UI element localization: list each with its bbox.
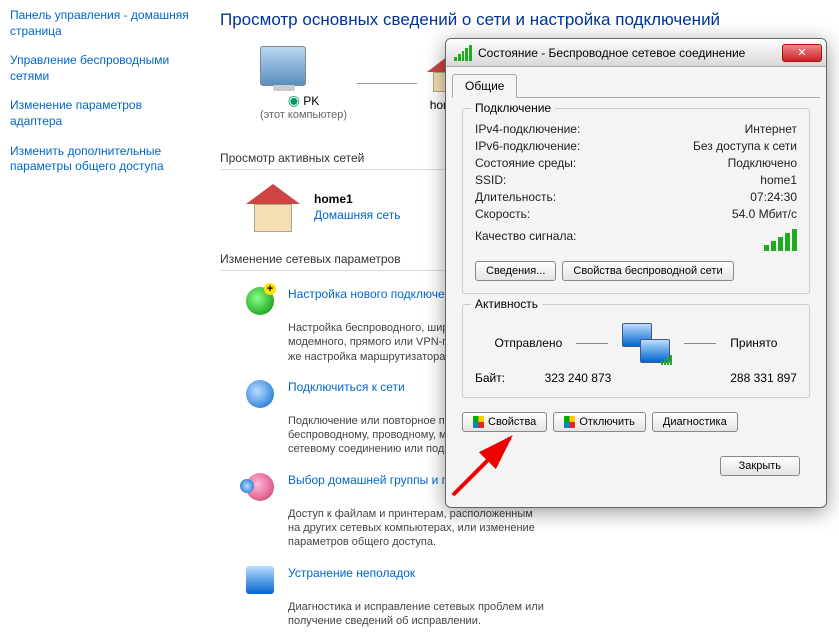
sidebar-link-sharing[interactable]: Изменить дополнительные параметры общего… [10, 144, 190, 175]
ipv4-value: Интернет [745, 122, 797, 136]
activity-group: Активность Отправлено Принято Байт: 323 … [462, 304, 810, 398]
pc-sub: (этот компьютер) [260, 109, 347, 121]
page-title: Просмотр основных сведений о сети и наст… [220, 10, 819, 30]
network-name: home1 [314, 192, 400, 206]
speed-label: Скорость: [475, 207, 530, 221]
activity-line [684, 343, 716, 344]
activity-line [576, 343, 608, 344]
disable-button[interactable]: Отключить [553, 412, 646, 432]
sent-label: Отправлено [495, 336, 563, 350]
connect-link[interactable]: Подключиться к сети [288, 380, 405, 408]
pc-icon [260, 46, 306, 86]
shield-icon [564, 416, 575, 428]
tabs: Общие [452, 73, 820, 98]
ipv4-label: IPv4-подключение: [475, 122, 580, 136]
duration-label: Длительность: [475, 190, 556, 204]
media-label: Состояние среды: [475, 156, 576, 170]
globe-icon: ◉ [288, 92, 300, 108]
bytes-label: Байт: [475, 371, 505, 385]
signal-bars-icon [764, 229, 797, 251]
sidebar: Панель управления - домашняя страница Уп… [0, 0, 200, 197]
titlebar[interactable]: Состояние - Беспроводное сетевое соедине… [446, 39, 826, 67]
close-dialog-button[interactable]: Закрыть [720, 456, 800, 476]
speed-value: 54.0 Мбит/с [732, 207, 797, 221]
signal-icon [454, 45, 472, 61]
connect-icon [246, 380, 274, 408]
troubleshoot-desc: Диагностика и исправление сетевых пробле… [288, 600, 548, 629]
shield-icon [473, 416, 484, 428]
close-button[interactable]: ✕ [782, 44, 822, 62]
ssid-label: SSID: [475, 173, 506, 187]
network-type-link[interactable]: Домашняя сеть [314, 208, 400, 222]
dialog-title: Состояние - Беспроводное сетевое соедине… [478, 46, 782, 60]
wireless-props-button[interactable]: Свойства беспроводной сети [562, 261, 733, 281]
duration-value: 07:24:30 [750, 190, 797, 204]
sidebar-link-home[interactable]: Панель управления - домашняя страница [10, 8, 190, 39]
troubleshoot-icon [246, 566, 274, 594]
properties-button[interactable]: Свойства [462, 412, 547, 432]
homegroup-desc: Доступ к файлам и принтерам, расположенн… [288, 507, 548, 550]
tab-general[interactable]: Общие [452, 74, 517, 98]
map-line [357, 83, 417, 84]
pc-name: PK [303, 94, 319, 108]
connection-legend: Подключение [471, 101, 555, 115]
ipv6-value: Без доступа к сети [693, 139, 797, 153]
sidebar-link-adapter[interactable]: Изменение параметров адаптера [10, 98, 190, 129]
bytes-sent: 323 240 873 [545, 371, 612, 385]
sidebar-link-wireless[interactable]: Управление беспроводными сетями [10, 53, 190, 84]
house-big-icon [246, 184, 300, 232]
new-connection-link[interactable]: Настройка нового подключения [288, 287, 465, 315]
homegroup-icon [246, 473, 274, 501]
troubleshoot-link[interactable]: Устранение неполадок [288, 566, 415, 594]
activity-legend: Активность [471, 297, 542, 311]
diagnostics-button[interactable]: Диагностика [652, 412, 738, 432]
connection-group: Подключение IPv4-подключение:Интернет IP… [462, 108, 810, 294]
ipv6-label: IPv6-подключение: [475, 139, 580, 153]
bytes-recv: 288 331 897 [730, 371, 797, 385]
status-dialog: Состояние - Беспроводное сетевое соедине… [445, 38, 827, 508]
media-value: Подключено [728, 156, 797, 170]
recv-label: Принято [730, 336, 777, 350]
monitors-icon [622, 323, 670, 363]
new-connection-icon [246, 287, 274, 315]
details-button[interactable]: Сведения... [475, 261, 556, 281]
signal-label: Качество сигнала: [475, 229, 576, 251]
ssid-value: home1 [760, 173, 797, 187]
